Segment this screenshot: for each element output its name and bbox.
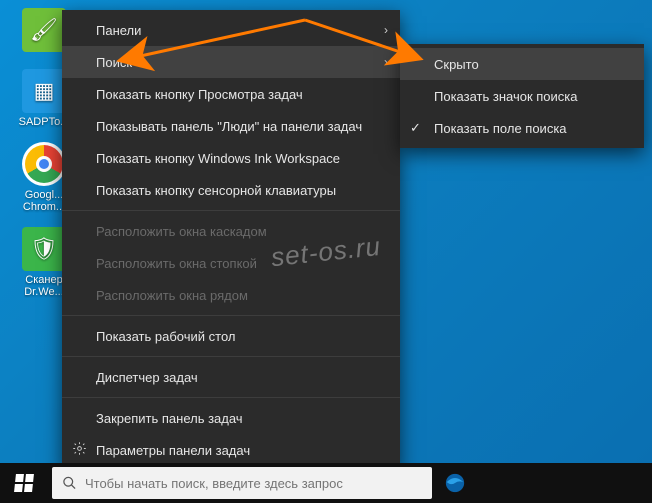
search-submenu: Скрыто Показать значок поиска ✓ Показать по… — [400, 44, 644, 148]
menu-item-label: Расположить окна рядом — [96, 288, 248, 303]
menu-item: Расположить окна стопкой — [62, 247, 400, 279]
menu-item[interactable]: Поиск › — [62, 46, 400, 78]
chrome-icon — [22, 142, 66, 186]
start-button[interactable] — [0, 463, 48, 503]
menu-item: Расположить окна рядом — [62, 279, 400, 311]
sadp-icon: ▦ — [22, 69, 66, 113]
desktop-icon-label: Сканер — [25, 274, 62, 286]
menu-item-label: Панели — [96, 23, 141, 38]
taskbar-context-menu: Панели › Поиск › Показать кнопку Просмотра з… — [62, 10, 400, 470]
desktop-icon-label: Googl... — [25, 189, 64, 201]
menu-separator — [62, 356, 400, 357]
paint-icon: 🖌 — [22, 8, 66, 52]
menu-separator — [62, 210, 400, 211]
menu-separator — [62, 397, 400, 398]
menu-item-label: Показать кнопку сенсорной клавиатуры — [96, 183, 336, 198]
submenu-item-label: Показать поле поиска — [434, 121, 567, 136]
chevron-right-icon: › — [384, 23, 388, 37]
menu-item-label: Параметры панели задач — [96, 443, 250, 458]
scanner-icon: 🛡 — [22, 227, 66, 271]
menu-item: Расположить окна каскадом — [62, 215, 400, 247]
windows-logo-icon — [14, 474, 34, 492]
menu-item-label: Показать кнопку Windows Ink Workspace — [96, 151, 340, 166]
search-input[interactable] — [85, 476, 422, 491]
menu-separator — [62, 315, 400, 316]
submenu-item[interactable]: Скрыто — [400, 48, 644, 80]
edge-icon — [444, 472, 466, 494]
menu-item-label: Показать кнопку Просмотра задач — [96, 87, 303, 102]
submenu-item[interactable]: Показать значок поиска — [400, 80, 644, 112]
menu-item-label: Показывать панель "Люди" на панели задач — [96, 119, 362, 134]
menu-item-label: Закрепить панель задач — [96, 411, 243, 426]
gear-icon — [72, 441, 87, 459]
menu-item-label: Показать рабочий стол — [96, 329, 235, 344]
menu-item[interactable]: Показать кнопку сенсорной клавиатуры — [62, 174, 400, 206]
submenu-item-label: Показать значок поиска — [434, 89, 578, 104]
search-icon — [62, 475, 77, 491]
menu-item-label: Расположить окна стопкой — [96, 256, 257, 271]
taskbar-icon-edge[interactable] — [432, 463, 478, 503]
check-icon: ✓ — [410, 120, 421, 136]
taskbar-search-box[interactable] — [52, 467, 432, 499]
menu-item[interactable]: Показывать панель "Люди" на панели задач — [62, 110, 400, 142]
chevron-right-icon: › — [384, 55, 388, 69]
menu-item-label: Поиск — [96, 55, 132, 70]
menu-item[interactable]: Диспетчер задач — [62, 361, 400, 393]
menu-item[interactable]: Панели › — [62, 14, 400, 46]
menu-item[interactable]: Параметры панели задач — [62, 434, 400, 466]
menu-item[interactable]: Показать кнопку Просмотра задач — [62, 78, 400, 110]
submenu-item-label: Скрыто — [434, 57, 479, 72]
desktop: 🖌 ▦ SADPTo... Googl... Chrom... 🛡 Сканер… — [0, 0, 652, 503]
submenu-item[interactable]: ✓ Показать поле поиска — [400, 112, 644, 144]
menu-item-label: Диспетчер задач — [96, 370, 198, 385]
taskbar — [0, 463, 652, 503]
menu-item[interactable]: Показать кнопку Windows Ink Workspace — [62, 142, 400, 174]
desktop-icon-label: Chrom... — [23, 201, 65, 213]
menu-item[interactable]: Показать рабочий стол — [62, 320, 400, 352]
desktop-icon-label: Dr.We... — [24, 286, 64, 298]
menu-item-label: Расположить окна каскадом — [96, 224, 267, 239]
menu-item[interactable]: Закрепить панель задач — [62, 402, 400, 434]
